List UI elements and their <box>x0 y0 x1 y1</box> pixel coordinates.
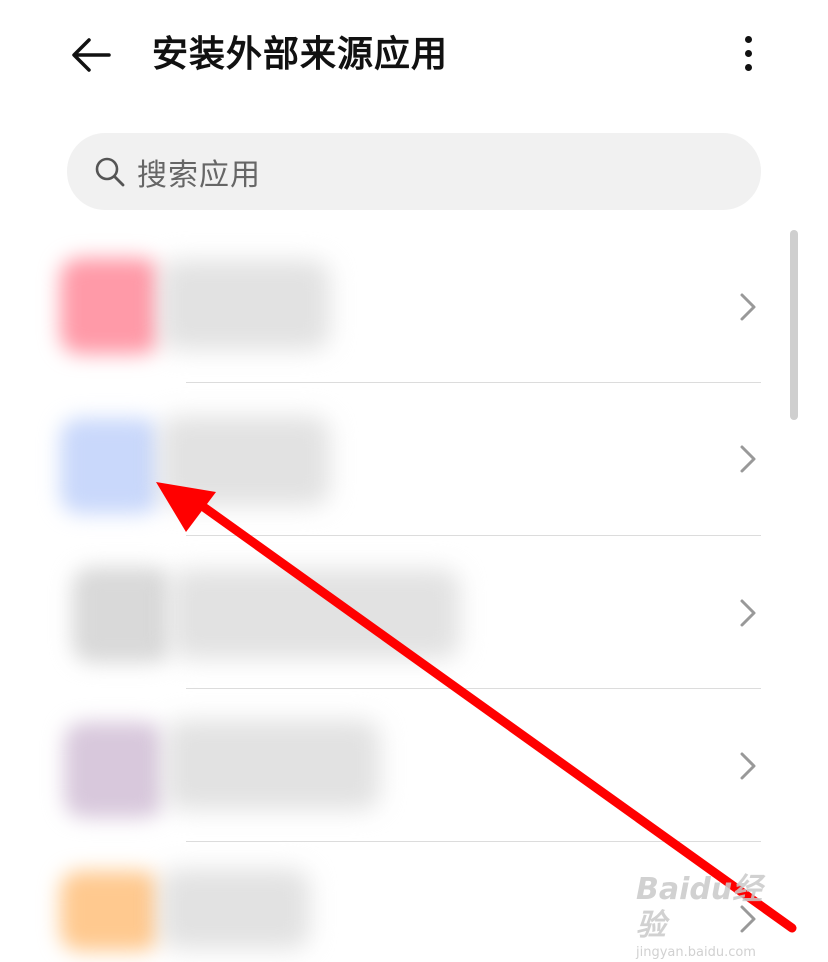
arrow-left-icon <box>72 38 111 72</box>
app-name-blurred <box>160 869 310 949</box>
search-icon <box>93 155 127 189</box>
app-name-blurred <box>160 416 330 506</box>
divider <box>186 688 761 689</box>
app-icon <box>60 258 160 354</box>
divider <box>186 841 761 842</box>
divider <box>186 535 761 536</box>
app-list-item[interactable] <box>0 537 828 689</box>
more-options-button[interactable] <box>728 30 768 76</box>
chevron-right-icon <box>740 752 756 780</box>
search-input[interactable]: 搜索应用 <box>137 150 261 194</box>
page-title: 安装外部来源应用 <box>152 34 449 75</box>
back-button[interactable] <box>66 30 116 80</box>
app-list-item[interactable] <box>0 690 828 842</box>
app-name-blurred <box>165 720 380 810</box>
app-list-item[interactable] <box>0 232 828 384</box>
app-name-blurred <box>160 260 330 350</box>
chevron-right-icon <box>740 293 756 321</box>
chevron-right-icon <box>740 445 756 473</box>
app-icon <box>64 722 164 818</box>
watermark-sub: jingyan.baidu.com <box>636 945 756 960</box>
top-bar: 安装外部来源应用 <box>0 0 828 110</box>
app-list-item[interactable] <box>0 384 828 536</box>
app-name-blurred <box>170 569 460 659</box>
baidu-watermark: Baidu经验 jingyan.baidu.com <box>636 872 786 960</box>
app-icon <box>60 418 160 514</box>
chevron-right-icon <box>740 599 756 627</box>
divider <box>186 382 761 383</box>
watermark-main: Baidu经验 <box>636 872 763 943</box>
search-bar[interactable]: 搜索应用 <box>67 133 761 210</box>
more-vertical-icon <box>744 35 752 43</box>
app-icon <box>60 871 160 951</box>
app-icon <box>72 567 172 663</box>
